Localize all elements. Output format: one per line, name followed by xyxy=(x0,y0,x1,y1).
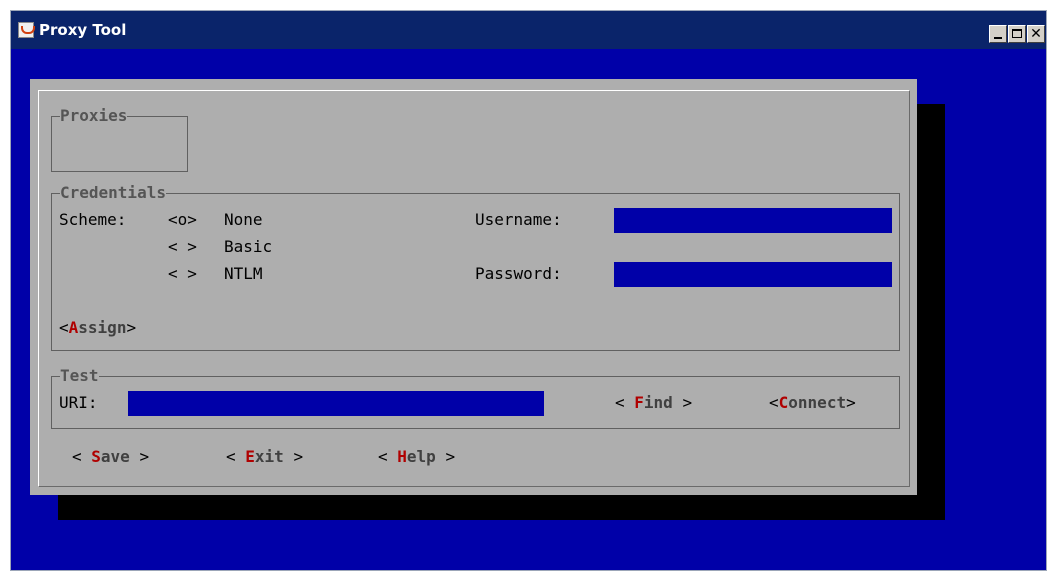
help-rest: elp xyxy=(406,447,436,466)
find-hotkey: F xyxy=(634,393,644,412)
title-bar[interactable]: Proxy Tool ✕ xyxy=(11,11,1046,49)
exit-button[interactable]: < Exit > xyxy=(226,447,303,467)
connect-button[interactable]: <Connect> xyxy=(769,393,856,413)
assign-button[interactable]: <Assign> xyxy=(59,318,136,338)
close-button[interactable]: ✕ xyxy=(1027,25,1045,43)
credentials-title: Credentials xyxy=(60,183,166,203)
connect-hotkey: C xyxy=(778,393,789,412)
help-open: < xyxy=(378,447,398,466)
find-open: < xyxy=(615,393,635,412)
password-label: Password: xyxy=(475,264,562,283)
exit-close: > xyxy=(283,447,304,466)
exit-hotkey: E xyxy=(245,447,255,466)
find-close: > xyxy=(672,393,693,412)
username-label: Username: xyxy=(475,210,562,229)
proxy-dialog: Proxies Credentials Scheme: <o> None < >… xyxy=(30,79,917,495)
radio-ntlm-label: NTLM xyxy=(224,264,263,283)
maximize-button[interactable] xyxy=(1008,25,1026,43)
minimize-button[interactable] xyxy=(989,25,1007,43)
radio-none[interactable]: <o> xyxy=(168,210,197,230)
test-title: Test xyxy=(60,366,99,386)
assign-rest: ssign xyxy=(78,318,127,337)
uri-label: URI: xyxy=(59,393,98,412)
find-rest: ind xyxy=(643,393,673,412)
close-icon: ✕ xyxy=(1030,26,1042,42)
assign-open: < xyxy=(59,318,69,337)
connect-rest: onnect xyxy=(788,393,847,412)
proxy-tool-window: Proxy Tool ✕ Proxies Credentials Scheme:… xyxy=(10,10,1047,571)
proxies-title: Proxies xyxy=(60,106,128,126)
radio-basic-label: Basic xyxy=(224,237,273,256)
uri-field[interactable] xyxy=(128,391,544,416)
credentials-group: Credentials Scheme: <o> None < > Basic <… xyxy=(51,183,900,351)
radio-basic[interactable]: < > xyxy=(168,237,197,257)
save-rest: ave xyxy=(100,447,130,466)
password-field[interactable] xyxy=(614,262,892,287)
help-close: > xyxy=(435,447,456,466)
help-hotkey: H xyxy=(397,447,407,466)
help-button[interactable]: < Help > xyxy=(378,447,455,467)
scheme-label: Scheme: xyxy=(59,210,127,229)
connect-open: < xyxy=(769,393,779,412)
save-hotkey: S xyxy=(91,447,101,466)
save-close: > xyxy=(129,447,150,466)
save-open: < xyxy=(72,447,92,466)
radio-none-label: None xyxy=(224,210,263,229)
proxies-group: Proxies xyxy=(51,106,188,172)
minimize-icon xyxy=(994,37,1002,39)
find-button[interactable]: < Find > xyxy=(615,393,692,413)
radio-ntlm[interactable]: < > xyxy=(168,264,197,284)
maximize-icon xyxy=(1012,29,1022,38)
test-group: Test URI: < Find > <Connect> xyxy=(51,366,900,429)
save-button[interactable]: < Save > xyxy=(72,447,149,467)
username-field[interactable] xyxy=(614,208,892,233)
assign-hotkey: A xyxy=(68,318,79,337)
connect-close: > xyxy=(846,393,856,412)
assign-close: > xyxy=(126,318,137,337)
java-app-icon xyxy=(18,22,35,38)
dialog-frame: Proxies Credentials Scheme: <o> None < >… xyxy=(38,90,910,487)
exit-open: < xyxy=(226,447,246,466)
window-title: Proxy Tool xyxy=(39,21,127,39)
exit-rest: xit xyxy=(254,447,284,466)
